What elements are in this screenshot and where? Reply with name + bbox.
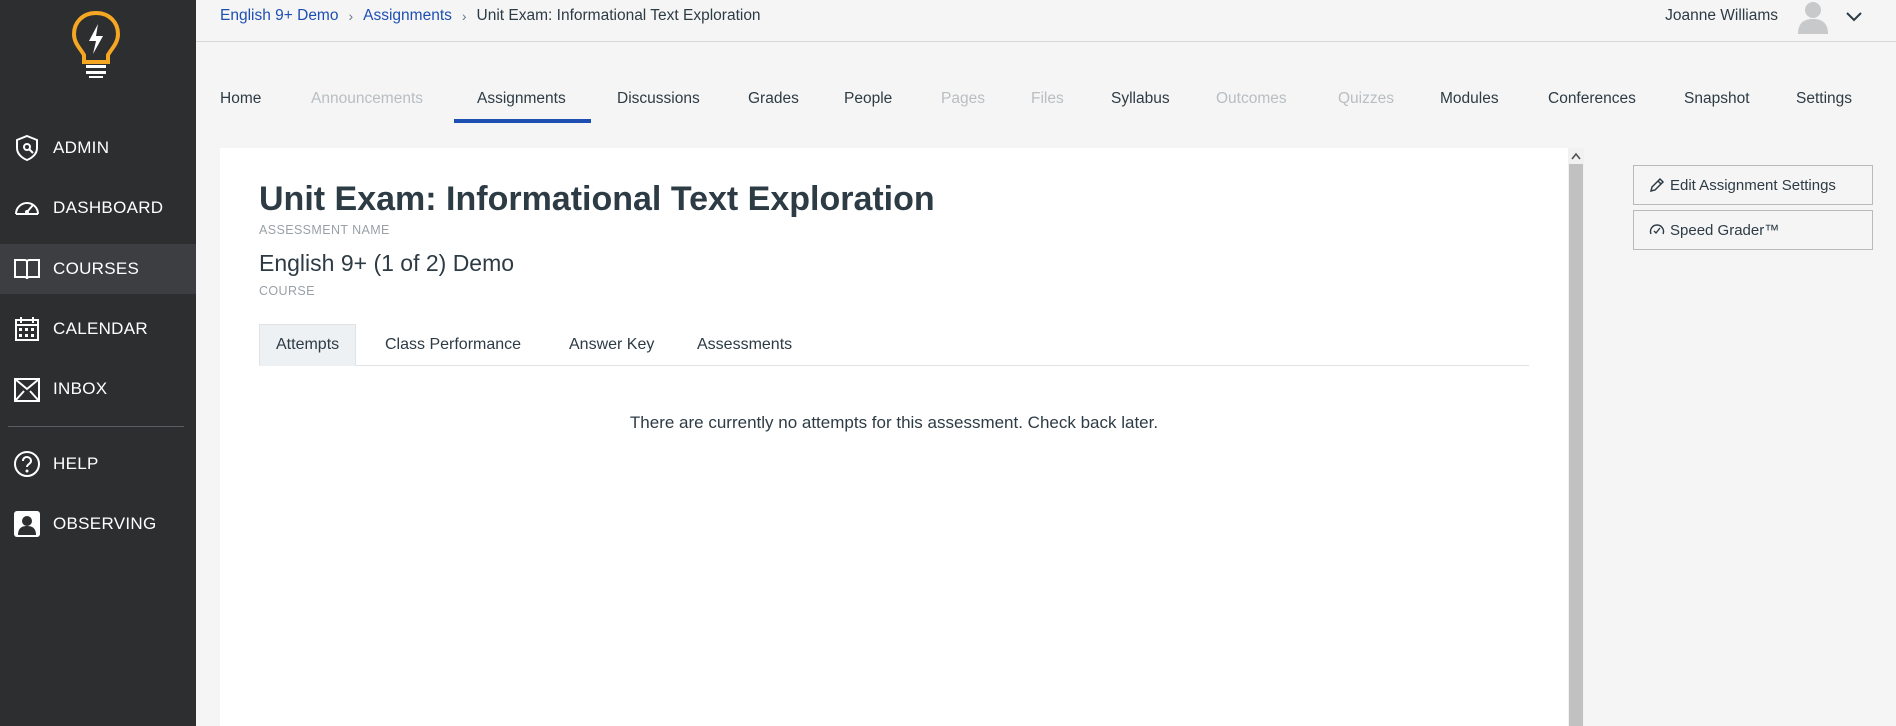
nav-item-observing[interactable]: OBSERVING [0,499,196,549]
scrollbar-thumb[interactable] [1569,164,1583,726]
help-question-icon [12,449,42,479]
nav-item-admin[interactable]: ADMIN [0,123,196,173]
active-tab-indicator [454,119,591,123]
course-tab-home[interactable]: Home [220,90,261,108]
empty-attempts-message: There are currently no attempts for this… [629,413,1159,432]
dashboard-gauge-icon [12,193,42,223]
page-title: Unit Exam: Informational Text Exploratio… [259,180,935,218]
course-tab-conferences[interactable]: Conferences [1548,90,1636,108]
chevron-down-icon[interactable] [1844,6,1864,26]
course-tab-discussions[interactable]: Discussions [617,90,700,108]
course-tab-announcements: Announcements [311,90,424,107]
edit-assignment-settings-button[interactable]: Edit Assignment Settings [1633,165,1873,205]
book-icon [12,254,42,284]
tab-class-performance[interactable]: Class Performance [385,324,521,366]
inbox-icon [12,374,42,404]
speed-grader-label: Speed Grader™ [1670,221,1780,239]
breadcrumb: English 9+ Demo › Assignments › Unit Exa… [220,7,761,25]
nav-item-calendar[interactable]: CALENDAR [0,304,196,354]
course-tab-snapshot[interactable]: Snapshot [1684,90,1750,108]
course-tab-people[interactable]: People [844,90,892,108]
breadcrumb-current-page: Unit Exam: Informational Text Exploratio… [476,7,761,24]
pencil-icon [1648,176,1666,194]
course-tab-modules[interactable]: Modules [1440,90,1499,108]
course-tab-grades[interactable]: Grades [748,90,799,108]
sidebar-divider [8,426,184,427]
course-nav-tabs: Home Announcements Assignments Discussio… [196,84,1896,124]
edit-assignment-settings-label: Edit Assignment Settings [1670,176,1836,194]
course-tab-settings[interactable]: Settings [1796,90,1852,108]
speed-grader-button[interactable]: Speed Grader™ [1633,210,1873,250]
course-tab-outcomes: Outcomes [1216,90,1287,107]
user-avatar-icon[interactable] [1796,0,1830,34]
nav-label-calendar: CALENDAR [53,319,148,338]
course-tab-assignments[interactable]: Assignments [477,90,566,108]
assessment-name-label: ASSESSMENT NAME [259,223,390,237]
assessment-tabs: Attempts Class Performance Answer Key As… [259,324,1529,366]
speed-grader-gauge-icon [1648,221,1666,239]
course-name: English 9+ (1 of 2) Demo [259,250,515,276]
nav-item-dashboard[interactable]: DASHBOARD [0,183,196,233]
breadcrumb-chevron-right-icon: › [461,8,467,24]
nav-item-help[interactable]: HELP [0,439,196,489]
nav-label-admin: ADMIN [53,138,110,157]
breadcrumb-chevron-right-icon: › [348,8,354,24]
top-header: English 9+ Demo › Assignments › Unit Exa… [196,0,1896,42]
nav-label-dashboard: DASHBOARD [53,198,164,217]
course-tab-quizzes: Quizzes [1338,90,1394,107]
assessment-content-panel: Unit Exam: Informational Text Exploratio… [220,148,1568,726]
tab-answer-key[interactable]: Answer Key [569,324,654,366]
content-scrollbar[interactable] [1568,148,1584,726]
lightbulb-logo-icon[interactable] [68,10,124,78]
breadcrumb-course-link[interactable]: English 9+ Demo [220,7,338,25]
user-name[interactable]: Joanne Williams [1665,7,1778,25]
scroll-up-arrow-icon[interactable] [1568,148,1584,164]
course-tab-pages: Pages [941,90,985,107]
course-label: COURSE [259,284,315,298]
tab-attempts[interactable]: Attempts [259,324,357,366]
observing-user-icon [12,509,42,539]
calendar-icon [12,314,42,344]
course-tab-files: Files [1031,90,1064,107]
nav-label-courses: COURSES [53,259,140,278]
breadcrumb-assignments-link[interactable]: Assignments [363,7,452,25]
nav-item-inbox[interactable]: INBOX [0,364,196,414]
global-nav-sidebar: ADMIN DASHBOARD COURSES CALENDAR INBOX H… [0,0,196,726]
tab-assessments[interactable]: Assessments [697,324,792,366]
admin-shield-icon [12,133,42,163]
nav-label-inbox: INBOX [53,379,108,398]
course-tab-syllabus[interactable]: Syllabus [1111,90,1170,108]
nav-label-observing: OBSERVING [53,514,157,533]
nav-item-courses[interactable]: COURSES [0,244,196,294]
nav-label-help: HELP [53,454,99,473]
